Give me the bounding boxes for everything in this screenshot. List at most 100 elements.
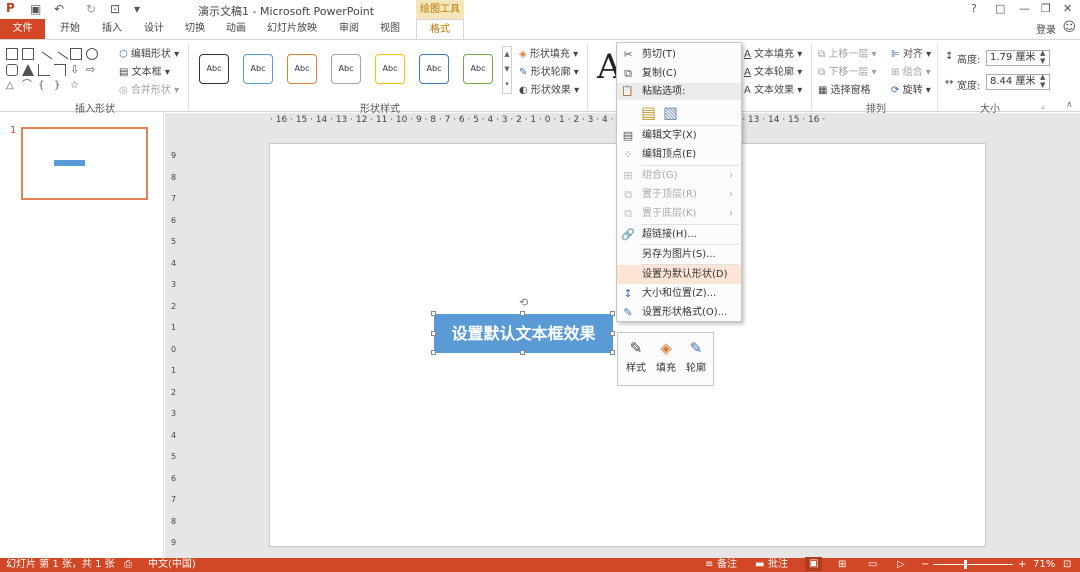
resize-handle[interactable] [520,350,525,355]
account-icon[interactable]: ☺ [1062,20,1076,35]
rectangle-shape-icon[interactable] [70,48,82,60]
menu-item-bring-to-front[interactable]: ⧉ 置于顶层(R) › [617,185,741,204]
tab-insert[interactable]: 插入 [97,19,127,39]
slideshow-icon[interactable]: ▷ [897,558,905,572]
elbow-arrow-shape-icon[interactable] [54,64,66,76]
triangle-shape-icon[interactable] [22,64,34,76]
group-button[interactable]: ⊞ 组合 ▾ [891,63,931,78]
shape-style-preset-2[interactable]: Abc [243,54,273,84]
tab-file[interactable]: 文件 [0,19,45,39]
zoom-slider-track[interactable] [933,564,1013,565]
height-spinner[interactable]: ▲ ▼ [1040,49,1045,65]
menu-item-cut[interactable]: ✂ 剪切(T) [617,45,741,64]
mini-outline-button[interactable]: ✎ 轮廓 [681,337,711,383]
right-arrow-shape-icon[interactable]: ⇨ [86,64,98,76]
edit-shape-button[interactable]: ⬡ 编辑形状 ▾ [119,45,179,60]
help-button[interactable]: ? [971,2,977,15]
fit-to-window-icon[interactable]: ⊡ [1063,558,1071,572]
sign-in-link[interactable]: 登录 [1036,21,1056,36]
collapse-ribbon-icon[interactable]: ∧ [1066,100,1073,110]
menu-item-copy[interactable]: ⧉ 复制(C) [617,64,741,83]
rotation-handle-icon[interactable]: ⟲ [519,296,528,309]
textbox-button[interactable]: ▤ 文本框 ▾ [119,63,170,78]
menu-item-hyperlink[interactable]: 🔗 超链接(H)... [617,225,741,244]
zoom-slider-thumb[interactable] [964,560,967,569]
menu-item-set-default-shape[interactable]: 设置为默认形状(D) [617,265,741,284]
shape-styles-scroll[interactable]: ▲ ▼ ▾ [502,46,512,94]
tab-animations[interactable]: 动画 [221,19,251,39]
reading-view-icon[interactable]: ▭ [868,558,877,572]
elbow-connector-shape-icon[interactable] [38,64,50,76]
selection-pane-button[interactable]: ▦ 选择窗格 [818,81,871,96]
slide-thumbnail[interactable] [21,127,148,200]
menu-item-edit-text[interactable]: ▤ 编辑文字(X) [617,126,741,145]
rotate-button[interactable]: ⟳ 旋转 ▾ [891,81,931,96]
menu-item-edit-points[interactable]: ⁘ 编辑顶点(E) [617,145,741,164]
triangle-outline-shape-icon[interactable]: △ [6,80,18,92]
zoom-out-button[interactable]: − [921,558,929,572]
resize-handle[interactable] [431,350,436,355]
merge-shapes-button[interactable]: ◎ 合并形状 ▾ [119,81,179,96]
comments-button[interactable]: 批注 [768,558,788,572]
mini-style-button[interactable]: ✎ 样式 [621,337,651,383]
undo-icon[interactable]: ↶ [54,2,64,16]
tab-format[interactable]: 格式 [416,19,464,39]
resize-handle[interactable] [431,331,436,336]
align-button[interactable]: ⊫ 对齐 ▾ [891,45,931,60]
paste-keep-source-icon[interactable]: ▤ [641,103,656,122]
resize-handle[interactable] [610,350,615,355]
spelling-check-icon[interactable]: ⎙ [124,558,132,572]
star-shape-icon[interactable]: ☆ [70,80,82,92]
ribbon-display-options-button[interactable]: □ [995,2,1005,15]
brace-right-shape-icon[interactable]: } [54,80,66,92]
customize-toolbar-icon[interactable]: ▾ [134,2,140,16]
notes-button[interactable]: 备注 [717,558,737,572]
selected-textbox[interactable]: 设置默认文本框效果 [434,314,613,353]
save-icon[interactable]: ▣ [30,2,41,16]
shape-style-preset-7[interactable]: Abc [463,54,493,84]
rounded-rectangle-shape-icon[interactable] [6,64,18,76]
brace-left-shape-icon[interactable]: { [38,80,50,92]
down-arrow-shape-icon[interactable]: ⇩ [70,64,82,76]
tab-design[interactable]: 设计 [139,19,169,39]
zoom-in-button[interactable]: + [1018,558,1026,572]
size-dialog-launcher-icon[interactable]: ⌟ [1041,101,1045,110]
resize-handle[interactable] [610,311,615,316]
shape-style-preset-6[interactable]: Abc [419,54,449,84]
shape-style-preset-3[interactable]: Abc [287,54,317,84]
tab-transitions[interactable]: 切换 [180,19,210,39]
tab-slideshow[interactable]: 幻灯片放映 [262,19,322,39]
tab-view[interactable]: 视图 [375,19,405,39]
redo-icon[interactable]: ↻ [86,2,96,16]
menu-item-save-as-picture[interactable]: 另存为图片(S)... [617,245,741,264]
resize-handle[interactable] [520,311,525,316]
mini-fill-button[interactable]: ◈ 填充 [651,337,681,383]
shape-fill-button[interactable]: ◈ 形状填充 ▾ [519,45,578,60]
textbox-shape-icon[interactable] [6,48,18,60]
slide-sorter-icon[interactable]: ⊞ [838,558,846,572]
start-from-beginning-icon[interactable]: ⊡ [110,2,120,16]
menu-item-group[interactable]: ⊞ 组合(G) › [617,166,741,185]
zoom-level[interactable]: 71% [1033,558,1055,572]
resize-handle[interactable] [610,331,615,336]
normal-view-icon[interactable]: ▣ [805,557,823,571]
shape-effects-button[interactable]: ◐ 形状效果 ▾ [519,81,579,96]
shapes-gallery[interactable]: ⇩ ⇨ △ ⌒ { } ☆ [4,44,110,92]
menu-item-size-and-position[interactable]: ↕ 大小和位置(Z)... [617,284,741,303]
bring-forward-button[interactable]: ⧉ 上移一层 ▾ [818,45,877,60]
text-effects-button[interactable]: A 文本效果 ▾ [744,81,802,96]
text-fill-button[interactable]: A 文本填充 ▾ [744,45,802,60]
oval-shape-icon[interactable] [86,48,98,60]
shape-style-preset-5[interactable]: Abc [375,54,405,84]
send-backward-button[interactable]: ⧉ 下移一层 ▾ [818,63,877,78]
restore-button[interactable]: ❐ [1041,2,1051,15]
curve-shape-icon[interactable]: ⌒ [22,80,34,92]
paste-as-picture-icon[interactable]: ▧ [663,103,678,122]
tab-review[interactable]: 审阅 [334,19,364,39]
shape-outline-button[interactable]: ✎ 形状轮廓 ▾ [519,63,579,78]
tab-home[interactable]: 开始 [55,19,85,39]
text-outline-button[interactable]: A 文本轮廓 ▾ [744,63,802,78]
language-indicator[interactable]: 中文(中国) [148,558,196,572]
close-button[interactable]: ✕ [1063,2,1072,15]
shape-style-preset-1[interactable]: Abc [199,54,229,84]
